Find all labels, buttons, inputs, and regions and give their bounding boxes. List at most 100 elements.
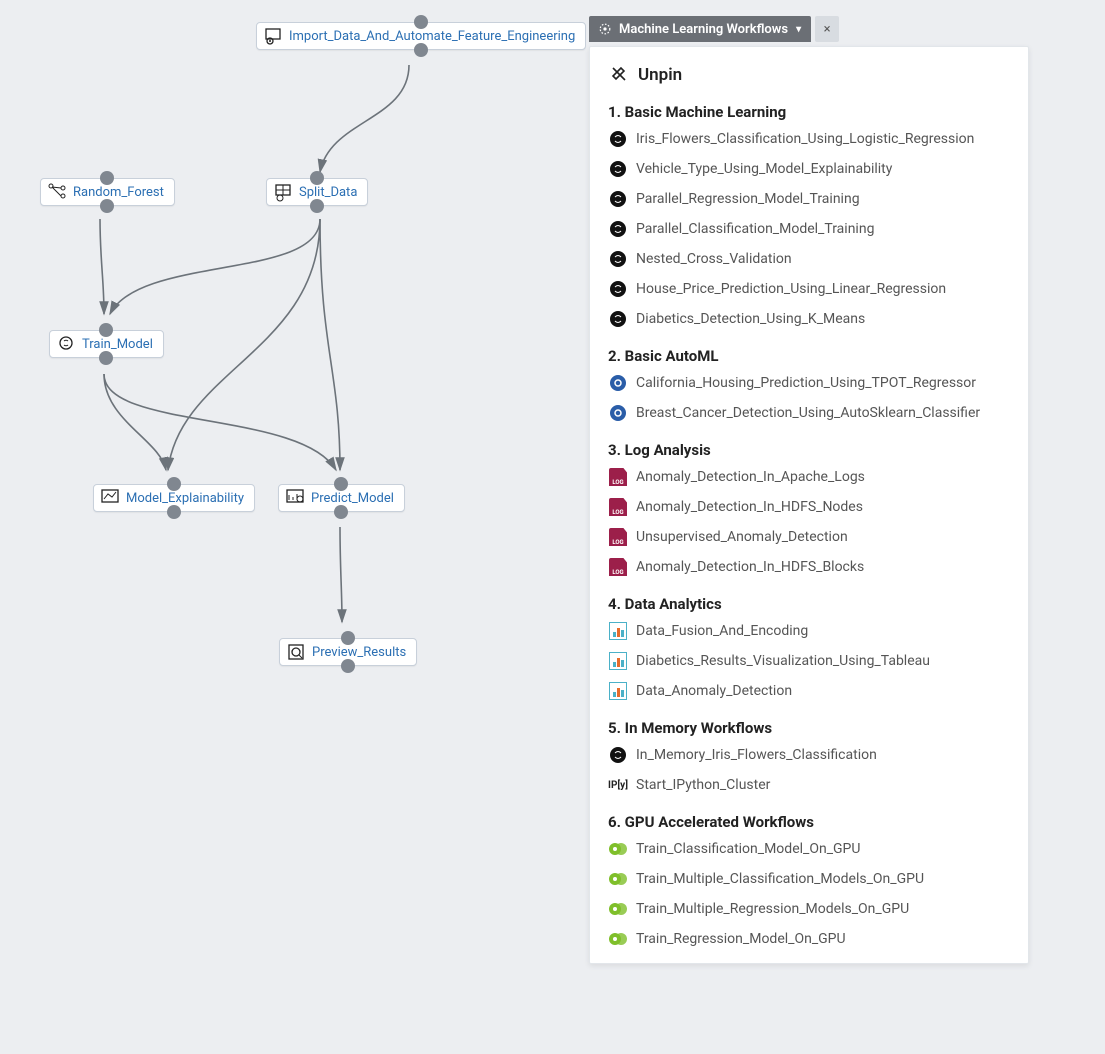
wf-item[interactable]: Iris_Flowers_Classification_Using_Logist… <box>608 129 1010 149</box>
wf-item[interactable]: Data_Anomaly_Detection <box>608 681 1010 701</box>
node-label: Random_Forest <box>73 185 164 200</box>
ipython-icon: IP[y] <box>608 775 628 795</box>
log-icon: LOG <box>608 467 628 487</box>
wf-item-label: Parallel_Regression_Model_Training <box>636 191 860 207</box>
wf-item-label: House_Price_Prediction_Using_Linear_Regr… <box>636 281 946 297</box>
node-model-explainability[interactable]: Model_Explainability <box>93 484 255 512</box>
port-out[interactable] <box>100 199 114 213</box>
pin-icon <box>608 65 628 85</box>
gpu-icon <box>608 929 628 949</box>
wf-item[interactable]: Parallel_Regression_Model_Training <box>608 189 1010 209</box>
wf-item[interactable]: Train_Classification_Model_On_GPU <box>608 839 1010 859</box>
gear-icon <box>597 21 613 37</box>
wf-item[interactable]: Train_Multiple_Classification_Models_On_… <box>608 869 1010 889</box>
port-out[interactable] <box>341 659 355 673</box>
node-label: Preview_Results <box>312 645 406 660</box>
port-in[interactable] <box>334 477 348 491</box>
port-out[interactable] <box>414 43 428 57</box>
wf-item[interactable]: Train_Multiple_Regression_Models_On_GPU <box>608 899 1010 919</box>
node-import-data[interactable]: Import_Data_And_Automate_Feature_Enginee… <box>256 22 586 50</box>
wf-item-label: Unsupervised_Anomaly_Detection <box>636 529 848 545</box>
node-predict-model[interactable]: Predict_Model <box>278 484 405 512</box>
port-out[interactable] <box>310 199 324 213</box>
port-in[interactable] <box>100 171 114 185</box>
wf-item-label: Anomaly_Detection_In_Apache_Logs <box>636 469 865 485</box>
wf-item[interactable]: LOGUnsupervised_Anomaly_Detection <box>608 527 1010 547</box>
wf-item-label: Train_Multiple_Regression_Models_On_GPU <box>636 901 909 917</box>
wf-item-label: Data_Anomaly_Detection <box>636 683 792 699</box>
port-out[interactable] <box>99 351 113 365</box>
brain-icon <box>608 279 628 299</box>
node-label: Model_Explainability <box>126 491 244 506</box>
section-title-basic-ml: 1. Basic Machine Learning <box>608 103 1010 121</box>
node-icon-chart <box>100 488 120 508</box>
wf-item[interactable]: California_Housing_Prediction_Using_TPOT… <box>608 373 1010 393</box>
brain-icon <box>608 309 628 329</box>
brain-icon <box>608 159 628 179</box>
brain-icon <box>608 249 628 269</box>
wf-item-label: Anomaly_Detection_In_HDFS_Nodes <box>636 499 863 515</box>
node-split-data[interactable]: Split_Data <box>266 178 368 206</box>
wf-item-label: Train_Regression_Model_On_GPU <box>636 931 846 947</box>
unpin-label: Unpin <box>638 65 682 85</box>
node-icon-predict <box>285 488 305 508</box>
port-in[interactable] <box>310 171 324 185</box>
wf-item-label: California_Housing_Prediction_Using_TPOT… <box>636 375 976 391</box>
wf-item[interactable]: LOGAnomaly_Detection_In_HDFS_Blocks <box>608 557 1010 577</box>
node-label: Predict_Model <box>311 491 394 506</box>
wf-item[interactable]: Nested_Cross_Validation <box>608 249 1010 269</box>
node-random-forest[interactable]: Random_Forest <box>40 178 175 206</box>
section-title-automl: 2. Basic AutoML <box>608 347 1010 365</box>
port-in[interactable] <box>341 631 355 645</box>
node-icon-split <box>273 182 293 202</box>
node-preview-results[interactable]: Preview_Results <box>279 638 417 666</box>
node-label: Import_Data_And_Automate_Feature_Enginee… <box>289 29 575 44</box>
wf-item[interactable]: In_Memory_Iris_Flowers_Classification <box>608 745 1010 765</box>
wf-item[interactable]: Parallel_Classification_Model_Training <box>608 219 1010 239</box>
wf-item[interactable]: House_Price_Prediction_Using_Linear_Regr… <box>608 279 1010 299</box>
node-label: Split_Data <box>299 185 357 200</box>
section-title-data-analytics: 4. Data Analytics <box>608 595 1010 613</box>
brain-icon <box>608 219 628 239</box>
workflow-canvas[interactable]: Import_Data_And_Automate_Feature_Enginee… <box>0 0 580 1054</box>
wf-item[interactable]: LOG Anomaly_Detection_In_Apache_Logs <box>608 467 1010 487</box>
wf-item-label: Anomaly_Detection_In_HDFS_Blocks <box>636 559 864 575</box>
analytics-icon <box>608 651 628 671</box>
wf-item[interactable]: Train_Regression_Model_On_GPU <box>608 929 1010 949</box>
wf-item-label: Diabetics_Results_Visualization_Using_Ta… <box>636 653 930 669</box>
wf-item[interactable]: IP[y] Start_IPython_Cluster <box>608 775 1010 795</box>
gpu-icon <box>608 899 628 919</box>
wf-item-label: Nested_Cross_Validation <box>636 251 792 267</box>
wf-item-label: Data_Fusion_And_Encoding <box>636 623 808 639</box>
brain-icon <box>608 189 628 209</box>
wf-item-label: Vehicle_Type_Using_Model_Explainability <box>636 161 892 177</box>
wf-item-label: Start_IPython_Cluster <box>636 777 770 793</box>
wf-item[interactable]: Diabetics_Results_Visualization_Using_Ta… <box>608 651 1010 671</box>
wf-item-label: Diabetics_Detection_Using_K_Means <box>636 311 865 327</box>
section-title-log-analysis: 3. Log Analysis <box>608 441 1010 459</box>
unpin-button[interactable]: Unpin <box>608 65 1010 85</box>
port-in[interactable] <box>167 477 181 491</box>
port-out[interactable] <box>334 505 348 519</box>
log-icon: LOG <box>608 497 628 517</box>
wf-item-label: Iris_Flowers_Classification_Using_Logist… <box>636 131 974 147</box>
node-icon-tree <box>47 182 67 202</box>
brain-icon <box>608 745 628 765</box>
wf-item[interactable]: Data_Fusion_And_Encoding <box>608 621 1010 641</box>
wf-item[interactable]: Diabetics_Detection_Using_K_Means <box>608 309 1010 329</box>
panel-close-button[interactable]: × <box>815 16 839 42</box>
chevron-down-icon: ▾ <box>796 24 801 35</box>
wf-item[interactable]: Breast_Cancer_Detection_Using_AutoSklear… <box>608 403 1010 423</box>
analytics-icon <box>608 681 628 701</box>
wf-item-label: Train_Multiple_Classification_Models_On_… <box>636 871 924 887</box>
port-out[interactable] <box>167 505 181 519</box>
panel-tab-ml-workflows[interactable]: Machine Learning Workflows ▾ <box>589 16 811 42</box>
node-train-model[interactable]: Train_Model <box>49 330 164 358</box>
gpu-icon <box>608 839 628 859</box>
port-in[interactable] <box>99 323 113 337</box>
port-in[interactable] <box>414 15 428 29</box>
analytics-icon <box>608 621 628 641</box>
wf-item[interactable]: LOG Anomaly_Detection_In_HDFS_Nodes <box>608 497 1010 517</box>
section-title-gpu: 6. GPU Accelerated Workflows <box>608 813 1010 831</box>
wf-item[interactable]: Vehicle_Type_Using_Model_Explainability <box>608 159 1010 179</box>
